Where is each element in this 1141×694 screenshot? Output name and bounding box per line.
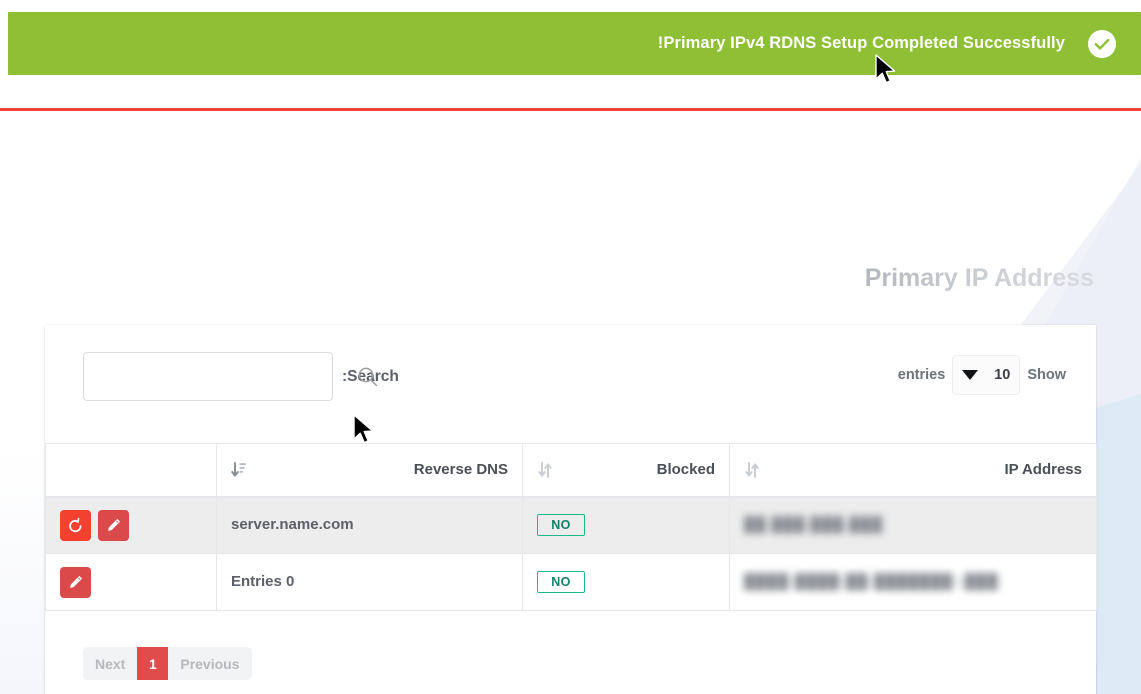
- status-badge: NO: [537, 570, 585, 594]
- column-header-actions: [45, 443, 217, 498]
- page-title: Primary IP Address: [865, 261, 1094, 295]
- pagination: Next 1 Previous: [83, 647, 252, 680]
- search-group: :Search: [83, 352, 399, 401]
- row-blocked-cell: NO: [522, 496, 730, 554]
- app-root: !Primary IPv4 RDNS Setup Completed Succe…: [0, 0, 1141, 694]
- row-blocked-cell: NO: [522, 553, 730, 611]
- table-header-row: Reverse DNS Blocked IP Address: [45, 443, 1097, 498]
- pagination-page-1[interactable]: 1: [137, 647, 169, 680]
- ip-address-value: ████:████:██:███████::███: [744, 574, 999, 590]
- edit-button[interactable]: [60, 566, 91, 598]
- success-banner: !Primary IPv4 RDNS Setup Completed Succe…: [8, 12, 1141, 75]
- sort-neutral-icon: [538, 461, 552, 478]
- column-header-blocked-label: Blocked: [656, 461, 715, 479]
- edit-icon: [107, 519, 120, 532]
- entries-group: entries 10 Show: [898, 355, 1066, 395]
- entries-select[interactable]: 10: [952, 355, 1021, 395]
- row-actions-cell: [45, 496, 217, 554]
- search-label-group: :Search: [342, 362, 399, 392]
- column-header-reverse-dns[interactable]: Reverse DNS: [216, 443, 523, 498]
- datatable-toolbar: :Search entries 10 Show: [45, 325, 1096, 430]
- rdns-table: Reverse DNS Blocked IP Address server.na…: [45, 443, 1097, 611]
- edit-button[interactable]: [98, 509, 129, 541]
- table-header: Reverse DNS Blocked IP Address: [45, 443, 1097, 498]
- search-input[interactable]: [83, 352, 333, 401]
- reset-button[interactable]: [60, 509, 91, 541]
- success-banner-message: !Primary IPv4 RDNS Setup Completed Succe…: [657, 34, 1065, 52]
- column-header-reverse-dns-label: Reverse DNS: [413, 461, 508, 479]
- entries-suffix-label: entries: [897, 367, 946, 383]
- sort-descending-icon: [231, 461, 246, 477]
- pagination-next-button[interactable]: Next: [83, 647, 138, 680]
- row-reverse-dns-cell: Entries 0: [216, 553, 523, 611]
- row-ip-address-cell: ██.███.███.███: [729, 496, 1097, 554]
- column-header-blocked[interactable]: Blocked: [522, 443, 730, 498]
- column-header-ip-address[interactable]: IP Address: [729, 443, 1097, 498]
- pagination-previous-button[interactable]: Previous: [168, 647, 252, 680]
- search-label: :Search: [342, 367, 399, 385]
- table-body: server.name.com NO ██.███.███.███ Entrie…: [45, 496, 1097, 611]
- reset-icon: [69, 517, 82, 532]
- entries-selected-value: 10: [994, 367, 1011, 383]
- datatable-panel: :Search entries 10 Show Reverse DNS Bloc…: [45, 325, 1097, 694]
- chevron-down-icon: [962, 370, 979, 380]
- status-badge: NO: [537, 514, 585, 537]
- sort-neutral-icon: [745, 461, 759, 478]
- row-actions-cell: [45, 553, 217, 611]
- table-row: server.name.com NO ██.███.███.███: [45, 496, 1097, 554]
- check-circle-icon: [1087, 29, 1117, 58]
- column-header-ip-address-label: IP Address: [1004, 461, 1082, 479]
- row-reverse-dns-cell: server.name.com: [216, 496, 523, 554]
- page-card: Primary IP Address :Search entries 10 Sh…: [0, 108, 1141, 694]
- table-row: Entries 0 NO ████:████:██:███████::███: [45, 553, 1097, 611]
- ip-address-value: ██.███.███.███: [744, 517, 884, 534]
- row-ip-address-cell: ████:████:██:███████::███: [729, 553, 1097, 611]
- entries-prefix-label: Show: [1027, 367, 1066, 383]
- reverse-dns-value: server.name.com: [231, 516, 354, 534]
- edit-icon: [69, 575, 82, 588]
- reverse-dns-value: Entries 0: [231, 573, 295, 590]
